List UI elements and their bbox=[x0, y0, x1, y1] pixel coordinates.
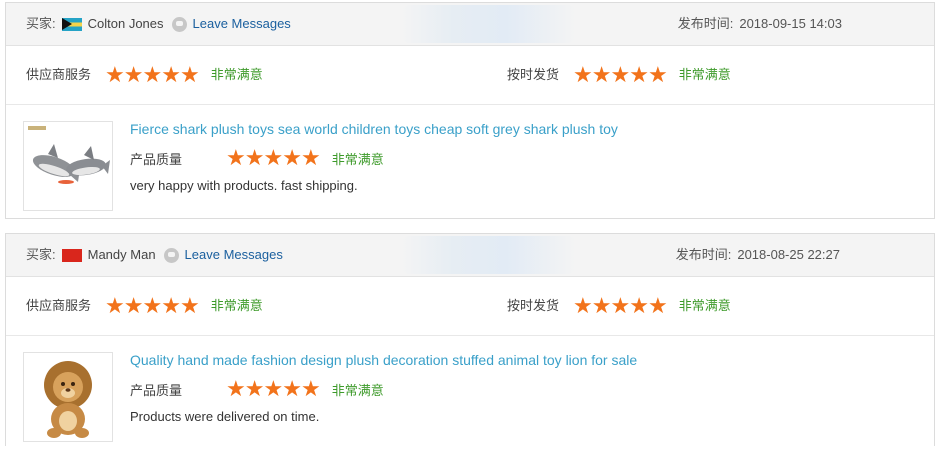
message-icon[interactable] bbox=[163, 247, 179, 263]
date-label: 发布时间: bbox=[677, 16, 734, 31]
buyer-label: 买家: bbox=[26, 16, 56, 31]
rating-label: 供应商服务 bbox=[26, 298, 92, 313]
star-rating: ★ ★ ★ ★ ★ bbox=[226, 376, 321, 401]
supplier-service-rating: 供应商服务 ★ ★ ★ ★ ★ 非常满意 bbox=[26, 277, 263, 335]
review-card: 买家: Colton Jones Leave Messages 发布时间: 201… bbox=[5, 2, 935, 219]
product-thumbnail[interactable] bbox=[23, 352, 113, 442]
product-section: Quality hand made fashion design plush d… bbox=[6, 336, 934, 451]
review-card: 买家: Mandy Man Leave Messages 发布时间: 2018-0… bbox=[5, 233, 935, 446]
star-icon: ★ bbox=[226, 145, 246, 170]
star-rating: ★ ★ ★ ★ ★ bbox=[573, 293, 668, 318]
product-quality-rating: 产品质量 ★ ★ ★ ★ ★ 非常满意 bbox=[130, 147, 384, 169]
star-icon: ★ bbox=[282, 145, 302, 170]
product-title-link[interactable]: Fierce shark plush toys sea world childr… bbox=[130, 121, 618, 137]
rating-text: 非常满意 bbox=[331, 382, 384, 398]
lion-plush-icon bbox=[24, 353, 112, 441]
publish-date: 发布时间: 2018-08-25 22:27 bbox=[676, 234, 846, 276]
star-icon: ★ bbox=[123, 62, 144, 87]
bahamas-flag-icon bbox=[61, 17, 82, 31]
review-comment: Products were delivered on time. bbox=[130, 409, 320, 424]
rating-text: 非常满意 bbox=[210, 67, 263, 82]
rating-label: 按时发货 bbox=[507, 298, 560, 313]
star-icon: ★ bbox=[244, 376, 265, 401]
blurred-region bbox=[401, 5, 576, 43]
shark-plush-icon bbox=[24, 122, 112, 210]
product-title-link[interactable]: Quality hand made fashion design plush d… bbox=[130, 352, 637, 368]
ratings-row: 供应商服务 ★ ★ ★ ★ ★ 非常满意 按时发货 ★ ★ ★ ★ ★ 非常满意 bbox=[6, 46, 934, 105]
product-quality-rating: 产品质量 ★ ★ ★ ★ ★ 非常满意 bbox=[130, 378, 384, 400]
on-time-delivery-rating: 按时发货 ★ ★ ★ ★ ★ 非常满意 bbox=[507, 277, 731, 335]
star-icon: ★ bbox=[161, 62, 181, 87]
star-icon: ★ bbox=[591, 293, 612, 318]
star-icon: ★ bbox=[591, 62, 612, 87]
star-icon: ★ bbox=[647, 293, 668, 318]
leave-messages-link[interactable]: Leave Messages bbox=[185, 234, 283, 276]
star-icon: ★ bbox=[263, 376, 284, 401]
star-icon: ★ bbox=[647, 62, 668, 87]
star-icon: ★ bbox=[573, 62, 593, 87]
star-icon: ★ bbox=[105, 62, 125, 87]
star-icon: ★ bbox=[629, 62, 649, 87]
blurred-region bbox=[401, 236, 576, 274]
product-thumbnail[interactable] bbox=[23, 121, 113, 211]
review-comment: very happy with products. fast shipping. bbox=[130, 178, 358, 193]
star-rating: ★ ★ ★ ★ ★ bbox=[105, 62, 200, 87]
buyer-info: 买家: Mandy Man Leave Messages bbox=[26, 234, 283, 276]
rating-label: 按时发货 bbox=[507, 67, 560, 82]
rating-text: 非常满意 bbox=[678, 298, 731, 313]
star-icon: ★ bbox=[179, 293, 200, 318]
date-value: 2018-09-15 14:03 bbox=[739, 16, 842, 31]
rating-label: 产品质量 bbox=[130, 382, 183, 398]
star-icon: ★ bbox=[142, 62, 163, 87]
review-header: 买家: Mandy Man Leave Messages 发布时间: 2018-0… bbox=[6, 234, 934, 277]
star-icon: ★ bbox=[263, 145, 284, 170]
rating-text: 非常满意 bbox=[210, 298, 263, 313]
star-icon: ★ bbox=[629, 293, 649, 318]
star-icon: ★ bbox=[573, 293, 593, 318]
message-icon[interactable] bbox=[171, 16, 187, 32]
buyer-name: Colton Jones bbox=[87, 16, 164, 31]
star-icon: ★ bbox=[161, 293, 181, 318]
buyer-name: Mandy Man bbox=[87, 247, 156, 262]
review-header: 买家: Colton Jones Leave Messages 发布时间: 201… bbox=[6, 3, 934, 46]
star-icon: ★ bbox=[244, 145, 265, 170]
star-icon: ★ bbox=[142, 293, 163, 318]
star-icon: ★ bbox=[179, 62, 200, 87]
star-icon: ★ bbox=[300, 145, 321, 170]
star-rating: ★ ★ ★ ★ ★ bbox=[226, 145, 321, 170]
rating-label: 产品质量 bbox=[130, 151, 183, 167]
star-icon: ★ bbox=[610, 62, 631, 87]
star-rating: ★ ★ ★ ★ ★ bbox=[105, 293, 200, 318]
product-section: Fierce shark plush toys sea world childr… bbox=[6, 105, 934, 220]
rating-text: 非常满意 bbox=[331, 151, 384, 167]
star-icon: ★ bbox=[105, 293, 125, 318]
rating-text: 非常满意 bbox=[678, 67, 731, 82]
hong-kong-flag-icon bbox=[61, 248, 82, 262]
star-icon: ★ bbox=[282, 376, 302, 401]
rating-label: 供应商服务 bbox=[26, 67, 92, 82]
star-icon: ★ bbox=[226, 376, 246, 401]
ratings-row: 供应商服务 ★ ★ ★ ★ ★ 非常满意 按时发货 ★ ★ ★ ★ ★ 非常满意 bbox=[6, 277, 934, 336]
star-icon: ★ bbox=[123, 293, 144, 318]
star-icon: ★ bbox=[300, 376, 321, 401]
star-icon: ★ bbox=[610, 293, 631, 318]
supplier-service-rating: 供应商服务 ★ ★ ★ ★ ★ 非常满意 bbox=[26, 46, 263, 104]
buyer-info: 买家: Colton Jones Leave Messages bbox=[26, 3, 291, 45]
date-value: 2018-08-25 22:27 bbox=[737, 247, 840, 262]
date-label: 发布时间: bbox=[675, 247, 732, 262]
leave-messages-link[interactable]: Leave Messages bbox=[193, 3, 291, 45]
buyer-label: 买家: bbox=[26, 247, 56, 262]
star-rating: ★ ★ ★ ★ ★ bbox=[573, 62, 668, 87]
on-time-delivery-rating: 按时发货 ★ ★ ★ ★ ★ 非常满意 bbox=[507, 46, 731, 104]
publish-date: 发布时间: 2018-09-15 14:03 bbox=[678, 3, 848, 45]
